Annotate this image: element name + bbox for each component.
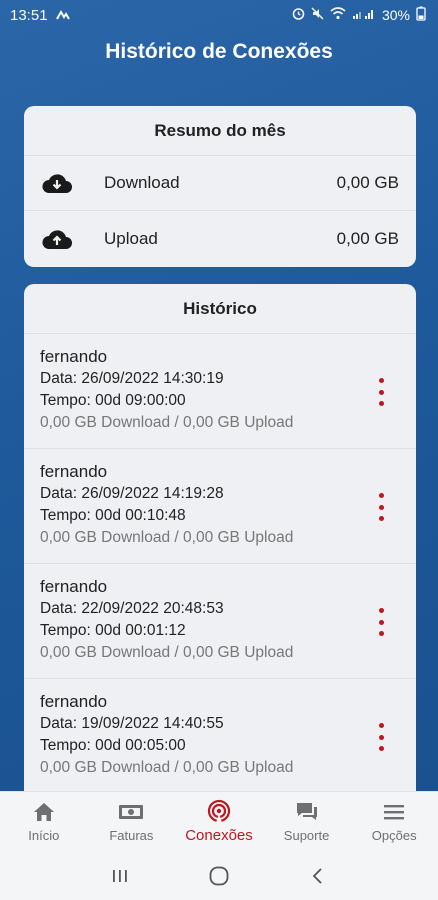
more-options-icon[interactable] [374,493,388,521]
nav-item-faturas[interactable]: Faturas [88,792,176,851]
signal-strength-icon [352,7,376,23]
recent-apps-icon[interactable] [105,861,135,891]
history-duration: Tempo: 00d 00:01:12 [40,622,186,639]
cloud-download-icon [40,170,74,196]
history-card: Histórico fernando Data: 26/09/2022 14:3… [24,284,416,824]
history-user: fernando [40,577,108,596]
status-right: 30% [292,6,426,24]
battery-icon [416,6,426,24]
nav-label-conexoes: Conexões [185,827,253,844]
history-usage: 0,00 GB Download / 0,00 GB Upload [40,759,294,776]
history-title: Histórico [24,284,416,334]
summary-value-upload: 0,00 GB [336,228,399,248]
history-usage: 0,00 GB Download / 0,00 GB Upload [40,644,294,661]
app-notification-icon [55,7,70,24]
nav-item-opcoes[interactable]: Opções [350,792,438,851]
alarm-icon [292,7,305,23]
nav-label-opcoes: Opções [371,828,417,843]
summary-label-download: Download [104,173,180,192]
bottom-nav: Início Faturas Conexões Suporte Opções [0,791,438,851]
history-user: fernando [40,692,108,711]
system-nav-bar [0,851,438,900]
chat-icon [295,800,319,824]
status-time: 13:51 [10,6,48,24]
more-options-icon[interactable] [374,378,388,406]
page-title: Histórico de Conexões [105,40,333,63]
summary-card: Resumo do mês Download 0,00 GB Upload 0,… [24,106,416,267]
status-left: 13:51 [10,7,70,24]
summary-label-upload: Upload [104,228,158,248]
home-button-icon[interactable] [204,861,234,891]
history-item: fernando Data: 22/09/2022 20:48:53 Tempo… [24,564,416,679]
nav-label-suporte: Suporte [283,828,330,843]
nav-item-suporte[interactable]: Suporte [263,792,351,851]
status-bar: 13:51 30% [0,0,438,30]
history-user: fernando [40,462,108,481]
history-user: fernando [40,347,108,366]
summary-row-upload: Upload 0,00 GB [24,211,416,266]
history-item: fernando Data: 26/09/2022 14:19:28 Tempo… [24,449,416,564]
banknote-icon [118,800,144,824]
more-options-icon[interactable] [374,608,388,636]
history-date: Data: 22/09/2022 20:48:53 [40,600,224,617]
summary-title: Resumo do mês [24,106,416,156]
history-duration: Tempo: 00d 09:00:00 [40,392,186,409]
more-options-icon[interactable] [374,723,388,751]
history-usage: 0,00 GB Download / 0,00 GB Upload [40,414,294,431]
home-icon [32,800,56,824]
summary-row-download: Download 0,00 GB [24,156,416,211]
nav-label-faturas: Faturas [109,828,154,843]
signal-icon [207,799,231,823]
history-duration: Tempo: 00d 00:05:00 [40,737,186,754]
history-duration: Tempo: 00d 00:10:48 [40,507,186,524]
nav-item-conexoes[interactable]: Conexões [175,792,263,851]
summary-value-download: 0,00 GB [336,173,399,192]
history-item: fernando Data: 26/09/2022 14:30:19 Tempo… [24,334,416,449]
history-usage: 0,00 GB Download / 0,00 GB Upload [40,529,294,546]
nav-item-inicio[interactable]: Início [0,792,88,851]
menu-icon [382,800,406,824]
wifi-icon [330,7,346,23]
battery-percent: 30% [381,7,410,23]
history-date: Data: 26/09/2022 14:30:19 [40,370,224,387]
history-date: Data: 26/09/2022 14:19:28 [40,485,224,502]
history-item: fernando Data: 19/09/2022 14:40:55 Tempo… [24,679,416,794]
mute-icon [311,7,324,23]
nav-label-inicio: Início [28,828,60,843]
history-date: Data: 19/09/2022 14:40:55 [40,715,224,732]
cloud-upload-icon [40,226,74,252]
back-icon[interactable] [303,861,333,891]
